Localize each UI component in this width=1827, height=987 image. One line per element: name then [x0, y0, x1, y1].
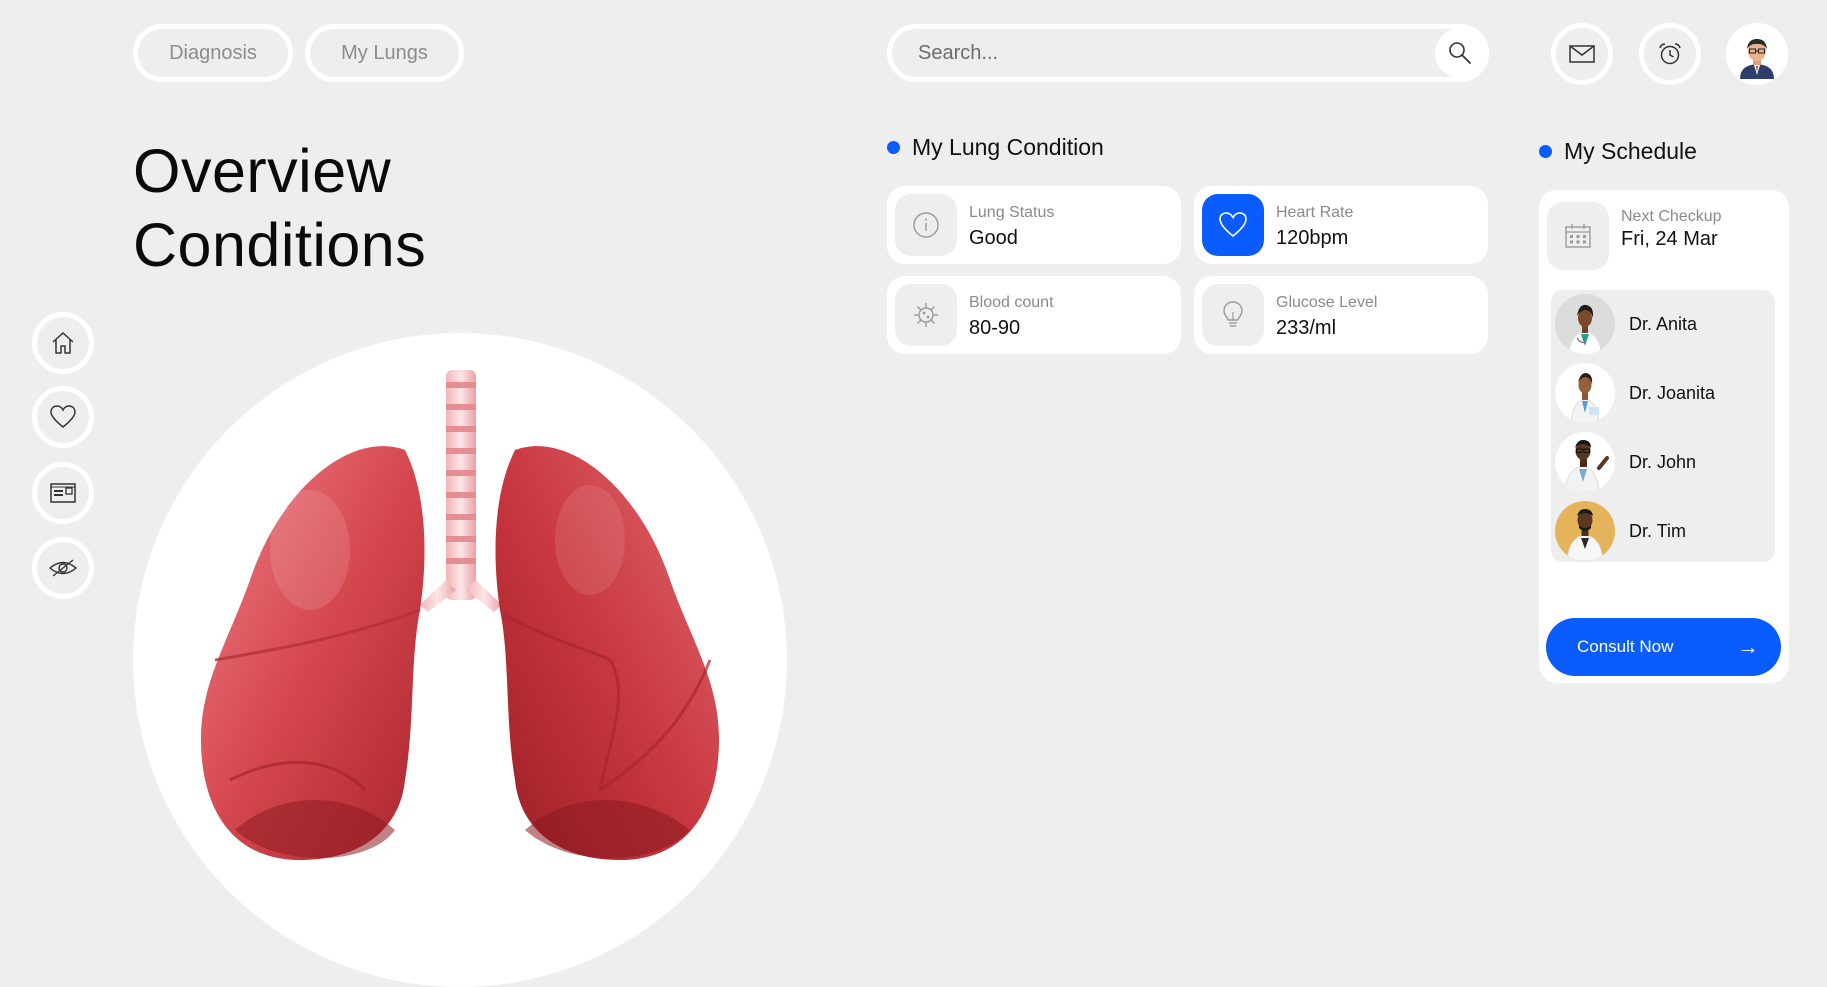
- doctor-photo: [1566, 509, 1604, 561]
- mail-icon: [1569, 45, 1595, 63]
- search-icon: [1449, 42, 1471, 64]
- blood-count-label: Blood count: [969, 294, 1054, 311]
- search-button[interactable]: [1435, 28, 1485, 78]
- doctor-item-john[interactable]: Dr. John: [1555, 430, 1771, 494]
- search-bar: [887, 24, 1489, 82]
- sidebar-item-privacy[interactable]: [32, 537, 94, 599]
- sidebar-item-health[interactable]: [32, 386, 94, 448]
- tab-diagnosis-label: Diagnosis: [169, 41, 257, 64]
- lightbulb-icon: [1223, 301, 1243, 327]
- user-avatar-button[interactable]: [1726, 23, 1788, 85]
- schedule-header: My Schedule: [1539, 138, 1697, 165]
- sidebar-item-records[interactable]: [32, 462, 94, 524]
- next-checkup-label: Next Checkup: [1621, 208, 1722, 225]
- doctor-name: Dr. John: [1629, 451, 1697, 472]
- doctor-avatar: [1555, 294, 1615, 354]
- search-input[interactable]: [916, 40, 1400, 66]
- page-title-line2: Conditions: [133, 211, 427, 279]
- glucose-level-value: 233/ml: [1276, 317, 1337, 339]
- arrow-right-icon: →: [1737, 634, 1759, 659]
- virus-icon: [914, 303, 938, 327]
- doctor-photo: [1570, 373, 1600, 423]
- lung-status-icon-box: [895, 194, 957, 256]
- doctor-avatar: [1555, 432, 1615, 492]
- doctor-name: Dr. Tim: [1629, 520, 1686, 541]
- lung-status-card[interactable]: Lung Status Good: [887, 186, 1181, 264]
- heart-rate-card[interactable]: Heart Rate 120bpm: [1194, 186, 1488, 264]
- doctor-item-joanita[interactable]: Dr. Joanita: [1555, 361, 1771, 425]
- alarm-clock-icon: [1659, 43, 1681, 65]
- card-icon: [50, 483, 76, 503]
- doctor-item-anita[interactable]: Dr. Anita: [1555, 292, 1771, 356]
- home-icon: [52, 332, 74, 354]
- schedule-title: My Schedule: [1564, 138, 1697, 164]
- doctor-item-tim[interactable]: Dr. Tim: [1555, 499, 1771, 563]
- doctor-photo: [1569, 304, 1601, 354]
- calendar-icon-box: [1547, 202, 1609, 270]
- tab-diagnosis[interactable]: Diagnosis: [133, 24, 293, 82]
- heart-rate-icon-box: [1202, 194, 1264, 256]
- mail-button[interactable]: [1551, 23, 1613, 85]
- doctor-avatar: [1555, 363, 1615, 423]
- heart-icon: [50, 405, 76, 428]
- page-title-line1: Overview: [133, 137, 392, 205]
- lung-condition-header: My Lung Condition: [887, 134, 1104, 161]
- glucose-level-label: Glucose Level: [1276, 294, 1378, 311]
- consult-now-label: Consult Now: [1577, 637, 1674, 656]
- glucose-icon-box: [1202, 284, 1264, 346]
- lung-status-value: Good: [969, 227, 1018, 249]
- doctor-avatar: [1555, 501, 1615, 561]
- schedule-panel: Next Checkup Fri, 24 Mar Dr. Anita Dr. J…: [1539, 190, 1789, 683]
- heart-icon: [1219, 212, 1247, 238]
- calendar-icon: [1565, 224, 1591, 248]
- blood-count-value: 80-90: [969, 317, 1021, 339]
- tab-my-lungs-label: My Lungs: [341, 41, 428, 64]
- eye-off-icon: [48, 559, 78, 577]
- lung-condition-title: My Lung Condition: [912, 134, 1104, 160]
- next-checkup-date: Fri, 24 Mar: [1621, 228, 1718, 250]
- blood-count-card[interactable]: Blood count 80-90: [887, 276, 1181, 354]
- info-icon: [913, 212, 939, 238]
- lung-status-label: Lung Status: [969, 204, 1055, 221]
- glucose-level-card[interactable]: Glucose Level 233/ml: [1194, 276, 1488, 354]
- sidebar-item-home[interactable]: [32, 312, 94, 374]
- section-bullet: [887, 141, 900, 154]
- heart-rate-value: 120bpm: [1276, 227, 1349, 249]
- lungs-illustration: [200, 370, 720, 860]
- alarm-button[interactable]: [1639, 23, 1701, 85]
- heart-rate-label: Heart Rate: [1276, 204, 1354, 221]
- page-title: Overview Conditions: [133, 134, 426, 282]
- doctor-list: Dr. Anita Dr. Joanita Dr. John Dr. Tim: [1551, 290, 1775, 562]
- doctor-name: Dr. Joanita: [1629, 382, 1716, 403]
- section-bullet: [1539, 145, 1552, 158]
- doctor-name: Dr. Anita: [1629, 313, 1698, 334]
- tab-my-lungs[interactable]: My Lungs: [305, 24, 464, 82]
- consult-now-button[interactable]: Consult Now →: [1546, 618, 1781, 676]
- blood-count-icon-box: [895, 284, 957, 346]
- user-avatar: [1732, 29, 1782, 79]
- doctor-photo: [1564, 440, 1609, 492]
